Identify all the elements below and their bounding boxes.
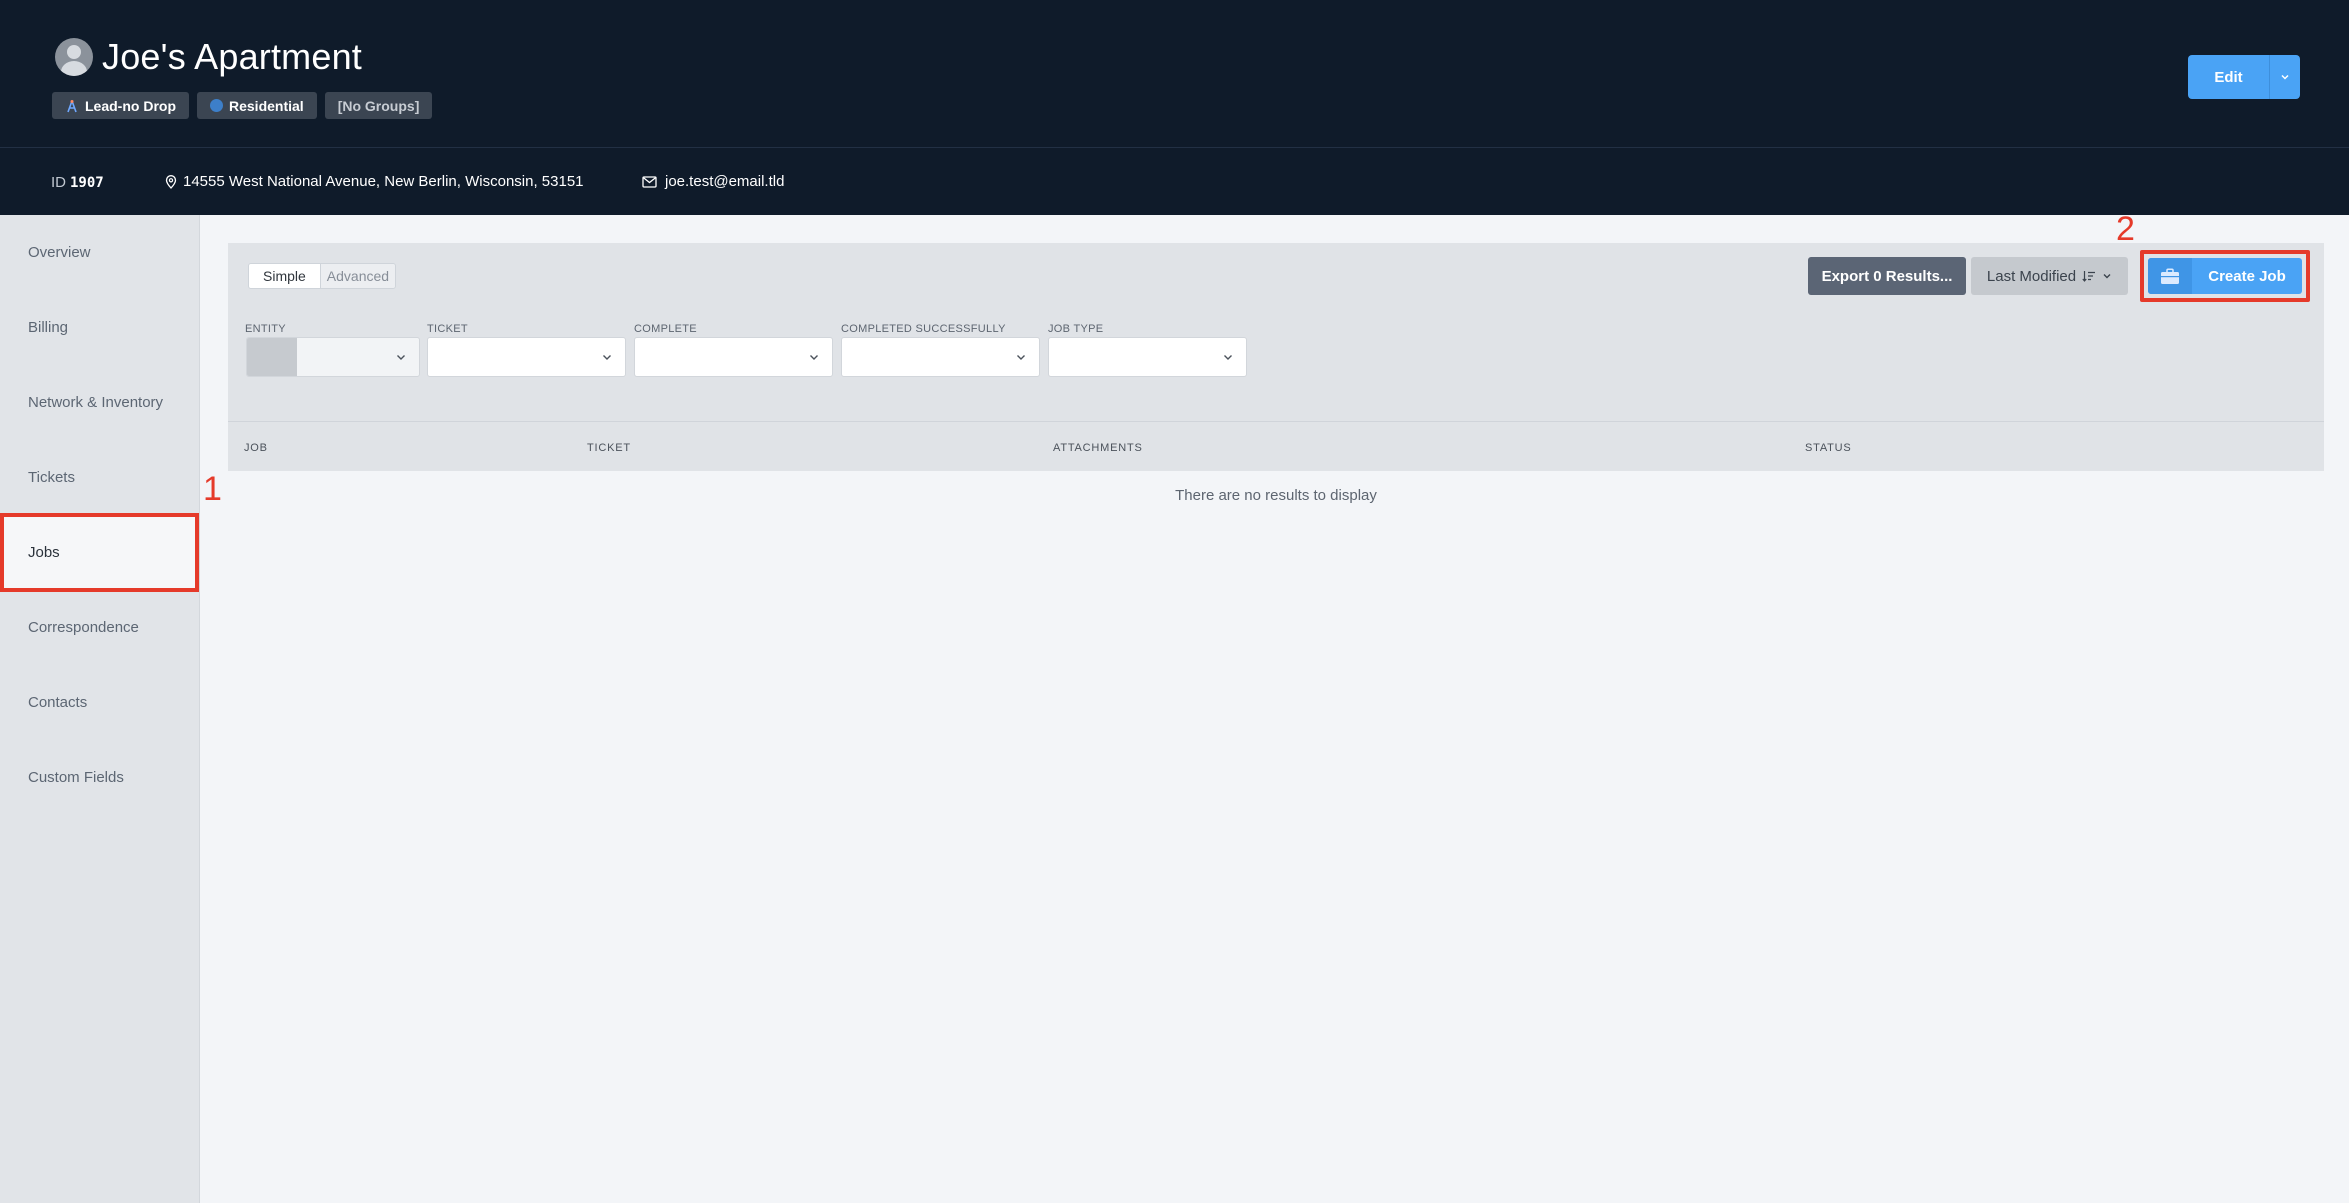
export-results-button[interactable]: Export 0 Results... [1808,257,1966,295]
column-header-status[interactable]: STATUS [1805,442,1852,454]
empty-results-message: There are no results to display [1175,487,1377,504]
create-job-button[interactable]: Create Job [2148,258,2302,294]
sort-descending-icon [2082,271,2096,282]
sidebar-item-label: Contacts [28,694,88,711]
groups-label: [No Groups] [337,97,420,114]
sort-label: Last Modified [1986,267,2077,285]
avatar-icon [55,38,93,76]
completed-successfully-filter-label: COMPLETED SUCCESSFULLY [841,323,1006,335]
ticket-filter-select[interactable] [427,337,626,377]
email-text: joe.test@email.tld [665,173,785,190]
sidebar-item-correspondence[interactable]: Correspondence [0,590,200,665]
sidebar-item-custom-fields[interactable]: Custom Fields [0,740,200,815]
ticket-filter-label: TICKET [427,323,468,335]
record-id: ID 1907 [51,174,104,191]
groups-badge[interactable]: [No Groups] [324,92,433,119]
antenna-icon [67,99,77,112]
complete-filter-select[interactable] [634,337,833,377]
sidebar-nav: Overview Billing Network & Inventory Tic… [0,215,200,1203]
briefcase-icon [2148,258,2192,294]
chevron-down-icon [810,355,818,360]
mode-simple-tab[interactable]: Simple [249,264,320,288]
sidebar-item-label: Billing [28,319,69,336]
mail-icon [642,175,657,188]
job-type-filter-label: JOB TYPE [1048,323,1104,335]
lead-status-badge[interactable]: Lead-no Drop [52,92,189,119]
column-header-job[interactable]: JOB [244,442,268,454]
sidebar-item-label: Overview [28,244,91,261]
globe-icon [210,99,223,112]
jobs-table-header: JOB TICKET ATTACHMENTS STATUS [228,421,2324,471]
sort-dropdown-button[interactable]: Last Modified [1971,257,2128,295]
sidebar-item-tickets[interactable]: Tickets [0,440,200,515]
chevron-down-icon [603,355,611,360]
sidebar-item-label: Custom Fields [28,769,124,786]
record-id-value: 1907 [70,175,104,191]
address-text: 14555 West National Avenue, New Berlin, … [183,173,584,190]
create-job-highlight: Create Job [2140,250,2310,302]
column-header-ticket[interactable]: TICKET [587,442,631,454]
address[interactable]: 14555 West National Avenue, New Berlin, … [165,173,584,190]
entity-filter-select[interactable] [246,337,420,377]
chevron-down-icon [2103,274,2111,279]
edit-button-group: Edit [2188,55,2300,99]
column-header-attachments[interactable]: ATTACHMENTS [1053,442,1143,454]
chevron-down-icon [1017,355,1025,360]
header-info-bar: ID 1907 14555 West National Avenue, New B… [0,149,2349,215]
complete-filter-label: COMPLETE [634,323,697,335]
sidebar-item-label: Correspondence [28,619,139,636]
jobs-panel: Simple Advanced ENTITY TICKET COMPLETE C… [228,243,2324,471]
sidebar-item-jobs[interactable]: Jobs [0,513,199,592]
mode-advanced-tab[interactable]: Advanced [319,264,396,288]
filter-area: Simple Advanced ENTITY TICKET COMPLETE C… [228,243,2324,418]
email[interactable]: joe.test@email.tld [642,173,784,190]
record-id-label: ID [51,174,66,191]
entity-color-swatch [247,338,297,376]
annotation-1: 1 [203,470,222,508]
lead-status-label: Lead-no Drop [85,97,176,114]
sidebar-item-contacts[interactable]: Contacts [0,665,200,740]
chevron-down-icon [2281,74,2289,80]
search-mode-toggle: Simple Advanced [248,263,397,289]
sidebar-item-label: Tickets [28,469,75,486]
page-title: Joe's Apartment [102,36,363,77]
header-top: Joe's Apartment Lead-no Drop Residential… [0,0,2349,148]
sidebar-item-label: Network & Inventory [28,394,164,411]
account-type-label: Residential [229,97,304,114]
edit-button[interactable]: Edit [2188,55,2270,99]
chevron-down-icon [397,355,405,360]
chevron-down-icon [1224,355,1232,360]
edit-dropdown-button[interactable] [2270,55,2300,99]
record-header: Joe's Apartment Lead-no Drop Residential… [0,0,2349,215]
entity-filter-label: ENTITY [245,323,286,335]
sidebar-item-label: Jobs [28,544,60,561]
sidebar-item-network-inventory[interactable]: Network & Inventory [0,365,200,440]
completed-successfully-filter-select[interactable] [841,337,1040,377]
sidebar-item-billing[interactable]: Billing [0,290,200,365]
account-type-badge[interactable]: Residential [197,92,317,119]
create-job-label: Create Job [2208,267,2286,285]
sidebar-item-overview[interactable]: Overview [0,215,200,290]
map-pin-icon [165,174,177,189]
badge-row: Lead-no Drop Residential [No Groups] [52,92,433,119]
job-type-filter-select[interactable] [1048,337,1247,377]
